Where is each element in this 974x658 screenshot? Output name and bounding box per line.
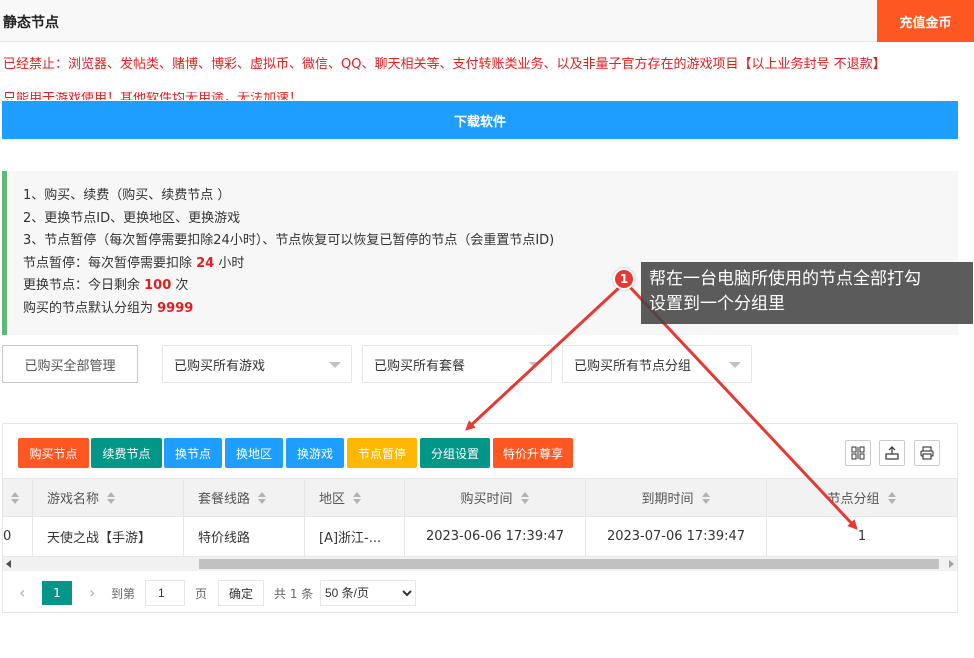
- cell-group: 1: [857, 529, 867, 544]
- column-header-region[interactable]: 地区: [305, 479, 405, 516]
- column-filter-icon[interactable]: [845, 440, 871, 466]
- column-header-plan[interactable]: 套餐线路: [184, 479, 305, 516]
- annotation-tooltip: 帮在一台电脑所使用的节点全部打勾 设置到一个分组里: [641, 262, 973, 324]
- export-icon[interactable]: [879, 440, 905, 466]
- scroll-right-icon[interactable]: [949, 560, 954, 568]
- total-count: 共 1 条: [274, 587, 314, 601]
- cell-buy-time: 2023-06-06 17:39:47: [405, 517, 586, 556]
- sort-icon[interactable]: [107, 491, 116, 504]
- sort-icon[interactable]: [887, 491, 897, 504]
- print-icon[interactable]: [914, 440, 940, 466]
- table-toolbar: 购买节点 续费节点 换节点 换地区 换游戏 节点暂停 分组设置 特价升尊享: [3, 424, 957, 479]
- change-region-button[interactable]: 换地区: [225, 438, 283, 468]
- table-row[interactable]: 0 天使之战【手游】 特价线路 [A]浙江-... 2023-06-06 17:…: [3, 517, 957, 557]
- sort-icon[interactable]: [520, 491, 530, 504]
- column-header-buy-time[interactable]: 购买时间: [405, 479, 586, 516]
- cell-expire-time: 2023-07-06 17:39:47: [586, 517, 767, 556]
- page-unit-label: 页: [195, 587, 208, 601]
- sort-icon[interactable]: [258, 491, 267, 504]
- scrollbar-thumb[interactable]: [199, 559, 939, 569]
- sort-icon[interactable]: [701, 491, 711, 504]
- renew-node-button[interactable]: 续费节点: [91, 438, 162, 468]
- goto-page-input[interactable]: [145, 580, 185, 606]
- pause-hours: 24: [196, 255, 215, 271]
- pause-node-button[interactable]: 节点暂停: [347, 438, 417, 468]
- page-1-button[interactable]: 1: [42, 581, 72, 605]
- default-group: 9999: [157, 300, 194, 316]
- sort-icon[interactable]: [11, 491, 20, 504]
- download-software-button[interactable]: 下载软件: [2, 101, 958, 139]
- page-title: 静态节点: [3, 15, 59, 31]
- instruction-line-3: 3、节点暂停（每次暂停需要扣除24小时）、节点恢复可以恢复已暂停的节点（会重置节…: [23, 233, 555, 248]
- horizontal-scrollbar[interactable]: [3, 557, 957, 571]
- scroll-left-icon[interactable]: [6, 560, 11, 568]
- row-id: 0: [3, 517, 33, 556]
- goto-confirm-button[interactable]: 确定: [218, 580, 264, 606]
- cell-region: [A]浙江-...: [305, 517, 405, 556]
- chevron-down-icon: [329, 362, 341, 368]
- annotation-badge: 1: [613, 268, 635, 290]
- recharge-button[interactable]: 充值金币: [877, 0, 974, 42]
- chevron-down-icon: [729, 362, 741, 368]
- node-table: 购买节点 续费节点 换节点 换地区 换游戏 节点暂停 分组设置 特价升尊享 游戏…: [2, 423, 958, 613]
- plan-filter-select[interactable]: 已购买所有套餐: [362, 345, 552, 383]
- sort-icon[interactable]: [353, 491, 362, 504]
- manage-all-button[interactable]: 已购买全部管理: [2, 345, 138, 383]
- group-filter-select[interactable]: 已购买所有节点分组: [562, 345, 752, 383]
- chevron-down-icon: [529, 362, 541, 368]
- page-header: 静态节点 充值金币: [0, 0, 974, 42]
- column-header-expire-time[interactable]: 到期时间: [586, 479, 767, 516]
- cell-plan: 特价线路: [184, 517, 305, 556]
- change-game-button[interactable]: 换游戏: [286, 438, 344, 468]
- group-settings-button[interactable]: 分组设置: [420, 438, 490, 468]
- buy-node-button[interactable]: 购买节点: [18, 438, 89, 468]
- instruction-line-2: 2、更换节点ID、更换地区、更换游戏: [23, 210, 241, 226]
- column-header-group[interactable]: 节点分组: [767, 479, 957, 516]
- game-filter-select[interactable]: 已购买所有游戏: [162, 345, 352, 383]
- cell-game: 天使之战【手游】: [33, 517, 184, 556]
- column-header-checkbox[interactable]: [3, 479, 33, 516]
- column-header-game[interactable]: 游戏名称: [33, 479, 184, 516]
- page-size-select[interactable]: 50 条/页: [320, 580, 416, 606]
- next-page-icon[interactable]: ›: [89, 583, 95, 602]
- prev-page-icon[interactable]: ‹: [19, 583, 25, 602]
- prohibited-notice: 已经禁止：浏览器、发帖类、赌博、博彩、虚拟币、微信、QQ、聊天相关等、支付转账类…: [3, 57, 886, 72]
- change-node-button[interactable]: 换节点: [164, 438, 222, 468]
- pagination: ‹ 1 › 到第 页 确定 共 1 条 50 条/页: [3, 571, 957, 611]
- usage-notice: 只能用于游戏使用！其他软件均无用途，无法加速！: [3, 92, 303, 100]
- upgrade-button[interactable]: 特价升尊享: [493, 438, 573, 468]
- goto-label: 到第: [111, 587, 136, 601]
- instruction-line-1: 1、购买、续费（购买、续费节点 ）: [23, 188, 231, 203]
- change-count: 100: [144, 278, 172, 293]
- table-header: 游戏名称 套餐线路 地区 购买时间 到期时间 节点分组: [3, 479, 957, 517]
- filter-row: 已购买全部管理 已购买所有游戏 已购买所有套餐 已购买所有节点分组: [0, 345, 974, 383]
